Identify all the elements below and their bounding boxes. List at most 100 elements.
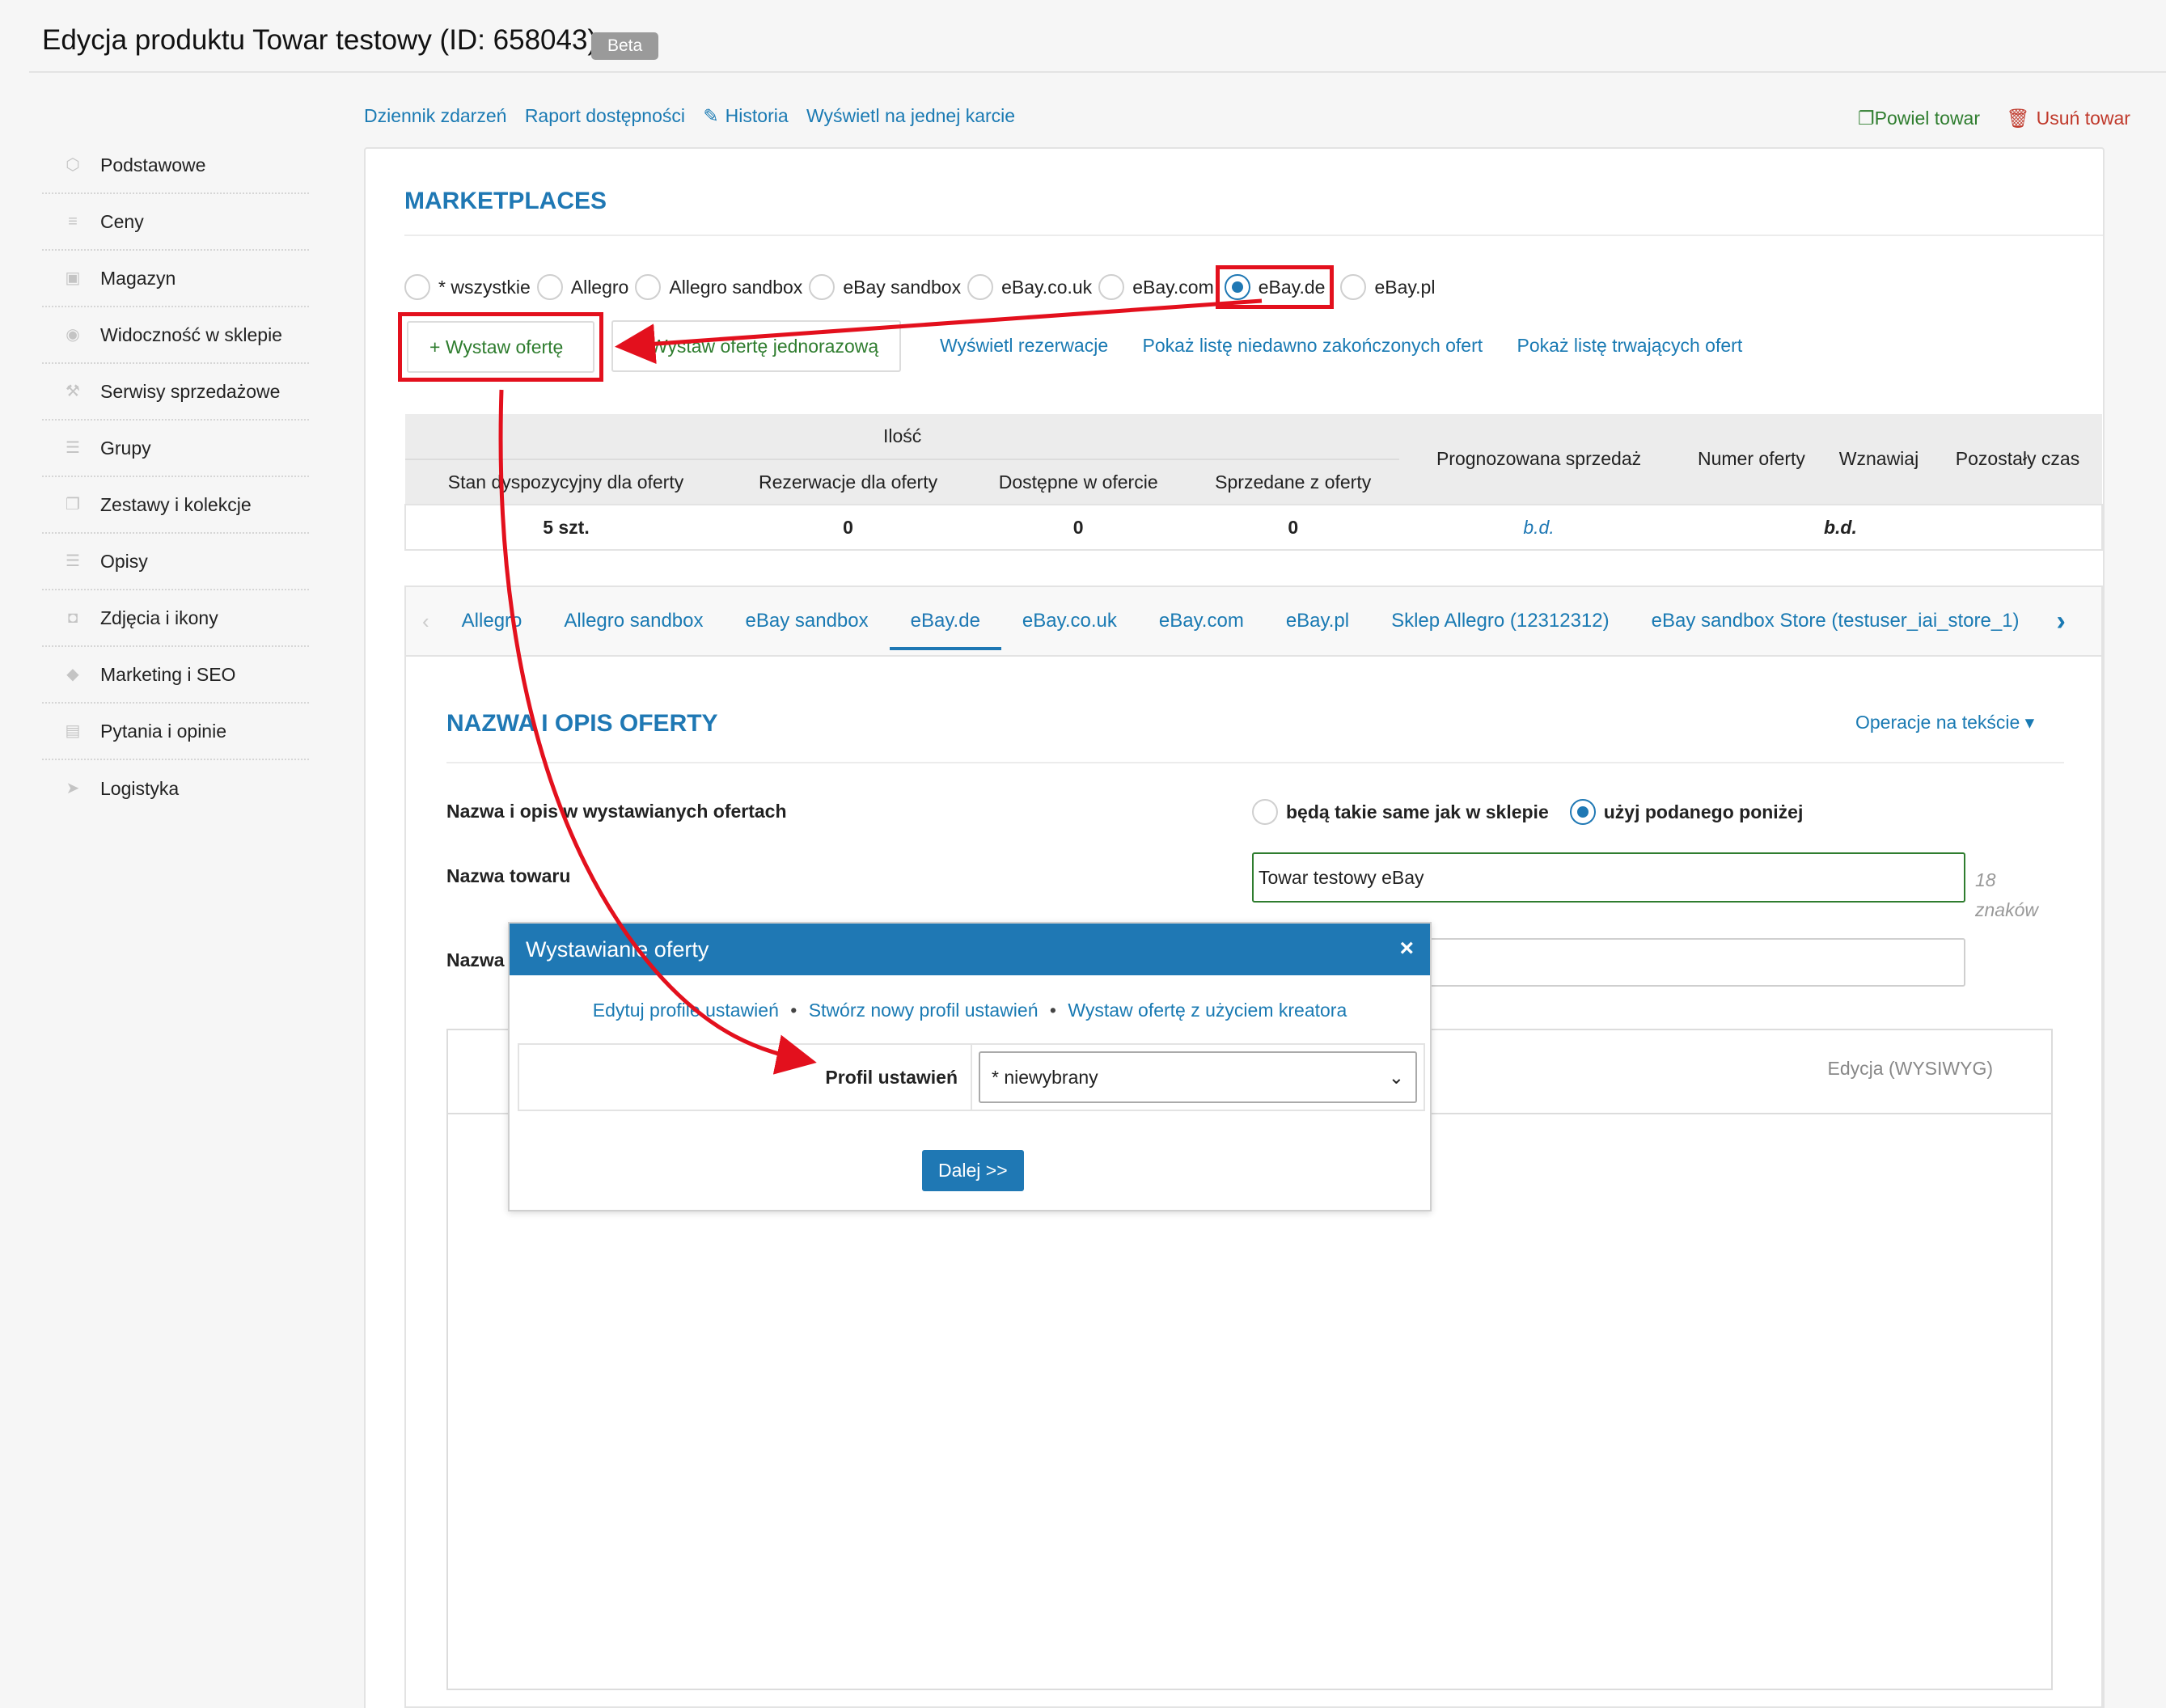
profile-select[interactable]: * niewybrany ⌄: [979, 1051, 1417, 1103]
beta-badge: Beta: [591, 32, 659, 60]
char-count: 18: [1975, 869, 1996, 890]
profile-label: Profil ustawień: [519, 1045, 972, 1110]
edit-icon: ✎: [703, 105, 719, 126]
ended-offers-link[interactable]: Pokaż listę niedawno zakończonych ofert: [1143, 335, 1483, 356]
editor-mode-label[interactable]: Edycja (WYSIWYG): [1828, 1058, 1993, 1080]
new-profile-link[interactable]: Stwórz nowy profil ustawień: [809, 1000, 1039, 1021]
sidebar-item-opisy[interactable]: ☰ Opisy: [42, 534, 309, 590]
radio-ebay-sandbox[interactable]: eBay sandbox: [809, 274, 961, 300]
radio-circle[interactable]: [1340, 274, 1367, 300]
radio-use-custom[interactable]: [1569, 799, 1596, 825]
input-value: Towar testowy eBay: [1259, 867, 1424, 888]
create-offer-button[interactable]: + Wystaw ofertę: [407, 321, 594, 373]
header-divider: [29, 71, 2166, 73]
history-link[interactable]: Historia: [726, 105, 789, 126]
copy-icon: ❐: [1858, 108, 1875, 129]
sidebar-item-label: Logistyka: [100, 777, 180, 799]
radio-circle[interactable]: [536, 274, 563, 300]
camera-icon: ◘: [67, 609, 78, 627]
lines-icon: ☰: [66, 552, 80, 570]
radio-all[interactable]: * wszystkie: [404, 274, 531, 300]
col-stock: Stan dyspozycyjny dla oferty: [447, 471, 684, 493]
tab-allegro[interactable]: Allegro: [441, 610, 544, 632]
product-name-label: Nazwa towaru: [446, 865, 571, 886]
product-name-input[interactable]: Towar testowy eBay: [1252, 852, 1965, 903]
copy-icon: ❐: [66, 496, 80, 514]
cell-forecast: b.d.: [1523, 516, 1555, 538]
delete-link[interactable]: Usuń towar: [2037, 108, 2130, 129]
radio-allegro-sandbox[interactable]: Allegro sandbox: [635, 274, 802, 300]
radio-label: eBay.co.uk: [1001, 276, 1093, 298]
sidebar-item-logistyka[interactable]: ➤ Logistyka: [42, 760, 309, 817]
product-actions: ❐Powiel towar 🗑 Usuń towar: [1858, 108, 2130, 129]
radio-label: użyj podanego poniżej: [1603, 801, 1804, 822]
availability-report-link[interactable]: Raport dostępności: [525, 105, 685, 126]
modal-title: Wystawianie oferty: [526, 936, 709, 962]
tab-ebay-com[interactable]: eBay.com: [1138, 610, 1265, 632]
profile-row: Profil ustawień * niewybrany ⌄: [518, 1043, 1425, 1111]
single-card-link[interactable]: Wyświetl na jednej karcie: [806, 105, 1015, 126]
sidebar-item-label: Pytania i opinie: [100, 720, 226, 742]
sidebar-item-marketing[interactable]: ◆ Marketing i SEO: [42, 647, 309, 704]
close-icon[interactable]: ×: [1399, 935, 1414, 962]
radio-ebay-de[interactable]: eBay.de: [1215, 265, 1335, 309]
sidebar-item-pytania[interactable]: ▤ Pytania i opinie: [42, 704, 309, 760]
radio-label: * wszystkie: [438, 276, 531, 298]
ongoing-offers-link[interactable]: Pokaż listę trwających ofert: [1517, 335, 1743, 356]
text-operations-dropdown[interactable]: Operacje na tekście ▾: [1855, 712, 2034, 734]
radio-circle[interactable]: [404, 274, 430, 300]
col-offer-number: Numer oferty: [1698, 448, 1805, 469]
sidebar-item-widocznosc[interactable]: ◉ Widoczność w sklepie: [42, 307, 309, 364]
tab-ebay-de[interactable]: eBay.de: [889, 610, 1001, 650]
radio-same-as-shop[interactable]: [1252, 799, 1278, 825]
modal-links: Edytuj profile ustawień • Stwórz nowy pr…: [510, 1000, 1430, 1021]
char-counter: 18 znaków: [1975, 865, 2038, 925]
sidebar-item-label: Ceny: [100, 210, 144, 232]
sidebar-item-zestawy[interactable]: ❐ Zestawy i kolekcje: [42, 477, 309, 534]
radio-ebay-pl[interactable]: eBay.pl: [1340, 274, 1435, 300]
tab-allegro-sandbox[interactable]: Allegro sandbox: [543, 610, 724, 632]
duplicate-link[interactable]: Powiel towar: [1875, 108, 1980, 129]
table-row: 5 szt. 0 0 0 b.d. b.d.: [405, 505, 2102, 550]
tab-ebay-couk[interactable]: eBay.co.uk: [1001, 610, 1138, 632]
select-value: * niewybrany: [992, 1066, 1098, 1088]
tag-icon: ◆: [66, 666, 79, 683]
separator: •: [1049, 1000, 1056, 1021]
event-log-link[interactable]: Dziennik zdarzeń: [364, 105, 506, 126]
reservations-link[interactable]: Wyświetl rezerwacje: [940, 335, 1108, 356]
sidebar-item-serwisy[interactable]: ⚒ Serwisy sprzedażowe: [42, 364, 309, 421]
sidebar-item-magazyn[interactable]: ▣ Magazyn: [42, 251, 309, 307]
sidebar-item-ceny[interactable]: ≡ Ceny: [42, 194, 309, 251]
cell-stock: 5 szt.: [543, 516, 590, 538]
create-single-offer-button[interactable]: + Wystaw ofertę jednorazową: [611, 320, 902, 372]
edit-profiles-link[interactable]: Edytuj profile ustawień: [593, 1000, 779, 1021]
tab-ebay-sandbox-store[interactable]: eBay sandbox Store (testuser_iai_store_1…: [1631, 610, 2041, 632]
tab-ebay-sandbox[interactable]: eBay sandbox: [725, 610, 890, 632]
tab-sklep-allegro[interactable]: Sklep Allegro (12312312): [1370, 610, 1631, 632]
divider: [404, 235, 2103, 236]
radio-circle[interactable]: [967, 274, 994, 300]
quantity-group-header: Ilość: [405, 414, 1400, 460]
tab-ebay-pl[interactable]: eBay.pl: [1265, 610, 1370, 632]
sidebar-item-zdjecia[interactable]: ◘ Zdjęcia i ikony: [42, 590, 309, 647]
radio-ebay-com[interactable]: eBay.com: [1098, 274, 1214, 300]
chevron-down-icon: ⌄: [1388, 1066, 1404, 1088]
layers-icon: ☰: [66, 439, 80, 457]
next-button[interactable]: Dalej >>: [922, 1150, 1024, 1191]
sidebar-item-grupy[interactable]: ☰ Grupy: [42, 421, 309, 477]
offer-links: Wyświetl rezerwacje Pokaż listę niedawno…: [940, 335, 1771, 357]
sidebar: ⬡ Podstawowe ≡ Ceny ▣ Magazyn ◉ Widoczność w…: [42, 137, 309, 817]
radio-circle[interactable]: [635, 274, 662, 300]
radio-label: Allegro: [570, 276, 629, 298]
radio-allegro[interactable]: Allegro: [536, 274, 629, 300]
radio-ebay-couk[interactable]: eBay.co.uk: [967, 274, 1092, 300]
col-forecast: Prognozowana sprzedaż: [1436, 448, 1642, 469]
tab-prev-icon[interactable]: ‹: [406, 609, 441, 634]
tab-next-icon[interactable]: ›: [2041, 606, 2066, 637]
radio-circle[interactable]: [809, 274, 836, 300]
sidebar-item-podstawowe[interactable]: ⬡ Podstawowe: [42, 137, 309, 194]
radio-circle[interactable]: [1098, 274, 1125, 300]
char-unit: znaków: [1975, 899, 2038, 920]
wizard-link[interactable]: Wystaw ofertę z użyciem kreatora: [1068, 1000, 1347, 1021]
radio-circle-selected[interactable]: [1224, 274, 1250, 300]
